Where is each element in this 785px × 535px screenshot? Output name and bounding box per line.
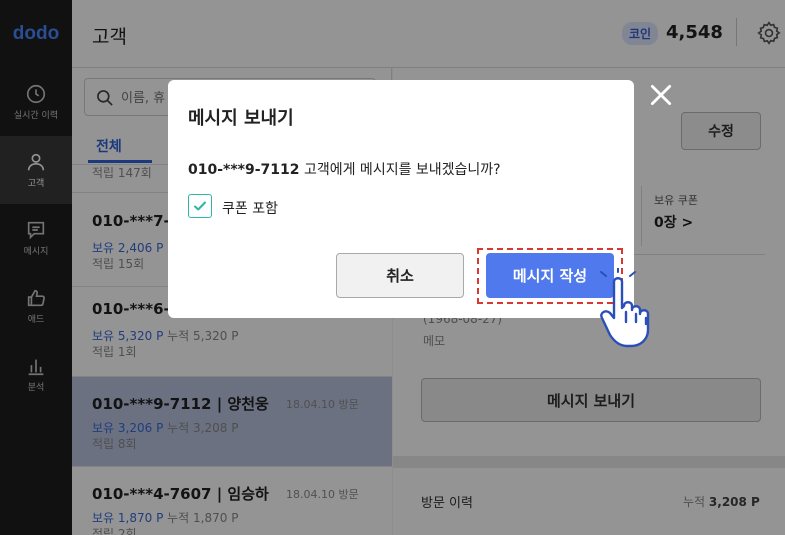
compose-message-button[interactable]: 메시지 작성 — [486, 253, 614, 298]
close-icon[interactable] — [648, 82, 674, 108]
dialog-phone: 010-***9-7112 — [188, 162, 300, 178]
pointing-hand-icon — [600, 268, 650, 348]
dialog-title: 메시지 보내기 — [188, 108, 294, 129]
dialog-message-text: 고객에게 메시지를 보내겠습니까? — [299, 162, 501, 178]
include-coupon-checkbox[interactable] — [188, 194, 212, 218]
checkmark-icon — [194, 201, 206, 211]
include-coupon-label[interactable]: 쿠폰 포함 — [222, 198, 278, 218]
dialog-message: 010-***9-7112 고객에게 메시지를 보내겠습니까? — [188, 159, 501, 179]
cancel-button[interactable]: 취소 — [336, 253, 464, 298]
